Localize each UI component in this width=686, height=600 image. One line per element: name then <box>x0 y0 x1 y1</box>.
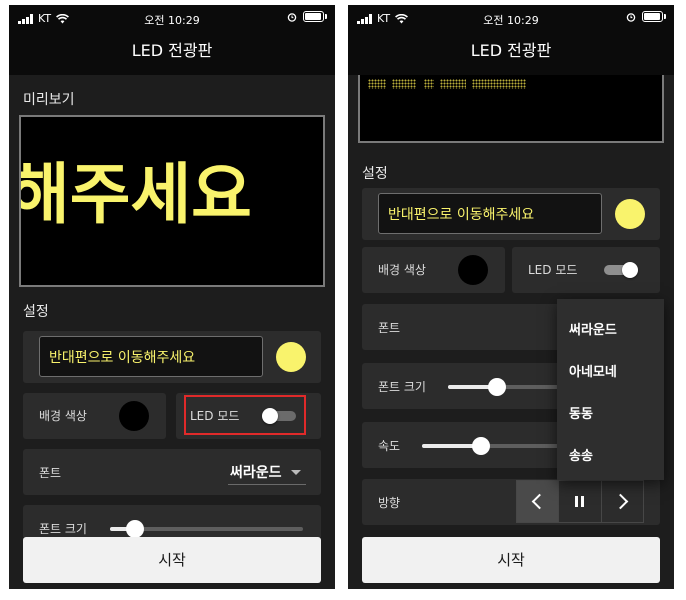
settings-content: 설정 배경 색상 LED 모드 폰트 폰트 크기 <box>348 75 674 537</box>
led-mode-toggle[interactable] <box>604 262 638 278</box>
settings-label: 설정 <box>23 304 49 320</box>
led-mode-card: LED 모드 <box>512 247 660 293</box>
font-label: 폰트 <box>39 466 62 480</box>
font-size-slider[interactable] <box>110 520 303 537</box>
slider-knob[interactable] <box>126 520 145 537</box>
bg-color-label: 배경 색상 <box>39 409 87 423</box>
select-underline <box>228 484 306 485</box>
toggle-knob <box>622 262 638 278</box>
text-color-swatch[interactable] <box>276 342 306 372</box>
direction-right-button[interactable] <box>602 481 643 522</box>
font-size-label: 폰트 크기 <box>39 522 87 536</box>
led-mode-label: LED 모드 <box>528 263 578 277</box>
alarm-icon <box>626 12 636 22</box>
direction-control <box>516 480 644 523</box>
battery-icon <box>642 11 663 22</box>
speed-label: 속도 <box>378 439 401 453</box>
start-button[interactable]: 시작 <box>23 537 321 583</box>
font-dropdown-menu: 써라운드 아네모네 동동 송송 <box>557 299 664 480</box>
chevron-left-icon <box>531 493 548 510</box>
font-option[interactable]: 아네모네 <box>569 361 617 380</box>
slider-knob[interactable] <box>488 378 506 396</box>
nav-title: LED 전광판 <box>9 33 335 75</box>
font-card: 폰트 써라운드 <box>23 449 321 495</box>
preview-text: 해주세요 <box>19 156 252 233</box>
phone-screen-left: KT 오전 10:29 LED 전광판 미리보기 해주세요 설정 배경 색상 L… <box>9 5 335 589</box>
led-preview[interactable] <box>358 75 664 143</box>
status-bar: KT 오전 10:29 <box>9 5 335 33</box>
bg-color-label: 배경 색상 <box>378 263 426 277</box>
direction-label: 방향 <box>378 496 401 510</box>
message-input[interactable] <box>39 336 263 377</box>
phone-screen-right: KT 오전 10:29 LED 전광판 설정 배경 색상 <box>348 5 674 589</box>
start-button[interactable]: 시작 <box>362 537 660 583</box>
message-input[interactable] <box>378 193 602 234</box>
font-option[interactable]: 송송 <box>569 445 593 464</box>
led-preview[interactable]: 해주세요 <box>19 115 325 287</box>
font-option[interactable]: 써라운드 <box>569 319 617 338</box>
alarm-icon <box>287 12 297 22</box>
font-size-label: 폰트 크기 <box>378 380 426 394</box>
settings-label: 설정 <box>362 166 388 182</box>
text-color-swatch[interactable] <box>615 199 645 229</box>
direction-left-button[interactable] <box>517 481 560 522</box>
settings-content: 미리보기 해주세요 설정 배경 색상 LED 모드 폰트 써라운드 <box>9 75 335 537</box>
font-option[interactable]: 동동 <box>569 403 593 422</box>
slider-knob[interactable] <box>471 437 490 455</box>
pause-button[interactable] <box>559 481 602 522</box>
message-card <box>362 188 660 240</box>
preview-label: 미리보기 <box>23 92 75 108</box>
bg-color-swatch[interactable] <box>119 401 149 431</box>
highlight-annotation <box>184 395 306 435</box>
font-size-card: 폰트 크기 <box>23 505 321 537</box>
pause-icon <box>575 496 585 507</box>
message-card <box>23 331 321 383</box>
chevron-down-icon <box>291 470 301 475</box>
bg-color-card: 배경 색상 <box>23 393 166 439</box>
font-select[interactable]: 써라운드 <box>230 462 282 482</box>
font-label: 폰트 <box>378 321 401 335</box>
status-bar: KT 오전 10:29 <box>348 5 674 33</box>
bg-color-swatch[interactable] <box>458 255 488 285</box>
nav-title: LED 전광판 <box>348 33 674 75</box>
battery-icon <box>303 11 324 22</box>
chevron-right-icon <box>612 493 629 510</box>
bg-color-card: 배경 색상 <box>362 247 505 293</box>
